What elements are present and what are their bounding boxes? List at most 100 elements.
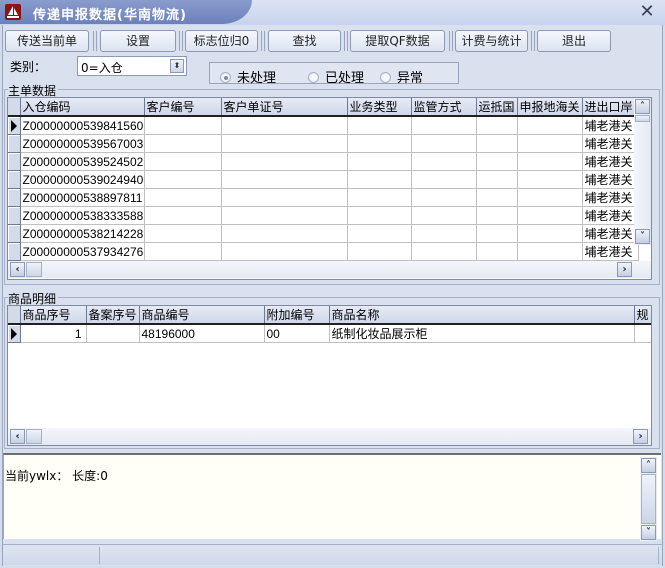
table-cell[interactable] [347, 242, 412, 261]
table-row[interactable]: Z00000000539841560 埔老港关 [8, 116, 639, 135]
table-cell[interactable] [476, 152, 518, 171]
table-cell[interactable] [144, 242, 222, 261]
table-cell[interactable] [634, 324, 651, 343]
log-textarea[interactable]: 当前ywlx： 长度:0 ˄ ˅ [3, 453, 661, 541]
column-header[interactable]: 规 [634, 306, 651, 325]
table-row[interactable]: Z00000000538214228 埔老港关 [8, 224, 639, 243]
table-row[interactable]: Z00000000539567003 埔老港关 [8, 134, 639, 153]
table-cell[interactable]: 埔老港关 [582, 224, 639, 243]
scroll-up-icon[interactable]: ˄ [641, 458, 656, 473]
table-cell[interactable] [144, 188, 222, 207]
table-cell[interactable] [144, 134, 222, 153]
column-header[interactable]: 备案序号 [86, 306, 140, 325]
table-cell[interactable] [221, 152, 348, 171]
table-cell[interactable] [411, 134, 477, 153]
table-cell[interactable] [517, 134, 583, 153]
table-cell[interactable] [144, 116, 222, 135]
scroll-thumb[interactable] [26, 262, 42, 277]
send-current-button[interactable]: 传送当前单 [5, 30, 89, 52]
table-cell[interactable] [144, 152, 222, 171]
scroll-right-icon[interactable]: › [633, 429, 648, 444]
table-cell[interactable] [476, 134, 518, 153]
table-cell[interactable]: Z00000000538333588 [20, 206, 145, 225]
row-indicator[interactable] [8, 134, 21, 153]
table-cell[interactable]: 埔老港关 [582, 116, 639, 135]
table-cell[interactable] [411, 170, 477, 189]
table-cell[interactable] [144, 170, 222, 189]
table-cell[interactable] [347, 224, 412, 243]
main-grid-horizontal-scrollbar[interactable]: ‹ › [8, 261, 651, 278]
radio-processed[interactable]: 已处理 [308, 67, 364, 86]
column-header[interactable]: 进出口岸 [582, 98, 639, 117]
table-row[interactable]: Z00000000539024940 埔老港关 [8, 170, 639, 189]
table-cell[interactable] [411, 206, 477, 225]
table-cell[interactable] [221, 224, 348, 243]
table-cell[interactable] [476, 116, 518, 135]
table-cell[interactable] [411, 116, 477, 135]
table-cell[interactable] [144, 224, 222, 243]
table-cell[interactable] [221, 170, 348, 189]
row-indicator[interactable] [8, 324, 21, 343]
table-cell[interactable] [476, 224, 518, 243]
scroll-up-icon[interactable]: ˄ [635, 99, 650, 114]
table-cell[interactable] [347, 152, 412, 171]
row-indicator[interactable] [8, 116, 21, 135]
table-cell[interactable]: 纸制化妆品展示柜 [329, 324, 635, 343]
row-indicator[interactable] [8, 170, 21, 189]
scroll-down-icon[interactable]: ˅ [635, 229, 650, 244]
table-cell[interactable] [476, 242, 518, 261]
table-cell[interactable]: 埔老港关 [582, 134, 639, 153]
table-cell[interactable]: Z00000000537934276 [20, 242, 145, 261]
table-cell[interactable]: 埔老港关 [582, 170, 639, 189]
main-grid-vertical-scrollbar[interactable]: ˄ ˅ [634, 98, 651, 245]
table-row[interactable]: Z00000000539524502 埔老港关 [8, 152, 639, 171]
table-cell[interactable] [86, 324, 140, 343]
combo-arrow-icon[interactable]: ⬍ [170, 59, 184, 73]
column-header[interactable]: 商品编号 [139, 306, 265, 325]
row-indicator[interactable] [8, 242, 21, 261]
column-header[interactable]: 业务类型 [347, 98, 412, 117]
reset-flag-button[interactable]: 标志位归0 [185, 30, 258, 52]
table-cell[interactable] [221, 206, 348, 225]
table-cell[interactable] [476, 170, 518, 189]
table-cell[interactable] [517, 170, 583, 189]
column-header[interactable]: 附加编号 [264, 306, 330, 325]
table-cell[interactable]: 48196000 [139, 324, 265, 343]
row-indicator[interactable] [8, 188, 21, 207]
table-row[interactable]: Z00000000538897811 埔老港关 [8, 188, 639, 207]
table-cell[interactable] [221, 134, 348, 153]
billing-statistics-button[interactable]: 计费与统计 [455, 30, 528, 52]
table-cell[interactable] [347, 206, 412, 225]
row-indicator[interactable] [8, 152, 21, 171]
scroll-left-icon[interactable]: ‹ [10, 262, 25, 277]
table-cell[interactable] [347, 134, 412, 153]
close-button[interactable]: ✕ [639, 3, 655, 21]
scroll-right-icon[interactable]: › [617, 262, 632, 277]
scroll-thumb[interactable] [26, 429, 42, 444]
table-cell[interactable] [411, 188, 477, 207]
table-cell[interactable] [517, 188, 583, 207]
table-cell[interactable]: Z00000000539841560 [20, 116, 145, 135]
table-row[interactable]: Z00000000538333588 埔老港关 [8, 206, 639, 225]
table-cell[interactable] [221, 242, 348, 261]
scroll-thumb[interactable] [641, 474, 656, 524]
category-select[interactable]: 0=入仓 ⬍ [77, 56, 187, 76]
table-cell[interactable]: 1 [20, 324, 87, 343]
table-cell[interactable] [476, 188, 518, 207]
exit-button[interactable]: 退出 [537, 30, 611, 52]
table-cell[interactable]: 埔老港关 [582, 188, 639, 207]
column-header[interactable]: 客户单证号 [221, 98, 348, 117]
table-cell[interactable] [476, 206, 518, 225]
detail-grid-horizontal-scrollbar[interactable]: ‹ › [8, 428, 651, 445]
table-cell[interactable]: 埔老港关 [582, 152, 639, 171]
table-cell[interactable]: Z00000000538214228 [20, 224, 145, 243]
table-row[interactable]: 1 48196000 00 纸制化妆品展示柜 [8, 324, 651, 343]
fetch-qf-data-button[interactable]: 提取QF数据 [350, 30, 445, 52]
table-cell[interactable] [144, 206, 222, 225]
table-cell[interactable] [411, 152, 477, 171]
table-cell[interactable] [411, 224, 477, 243]
table-cell[interactable] [347, 188, 412, 207]
table-cell[interactable]: Z00000000539524502 [20, 152, 145, 171]
column-header[interactable]: 入仓编码 [20, 98, 145, 117]
table-cell[interactable] [517, 206, 583, 225]
